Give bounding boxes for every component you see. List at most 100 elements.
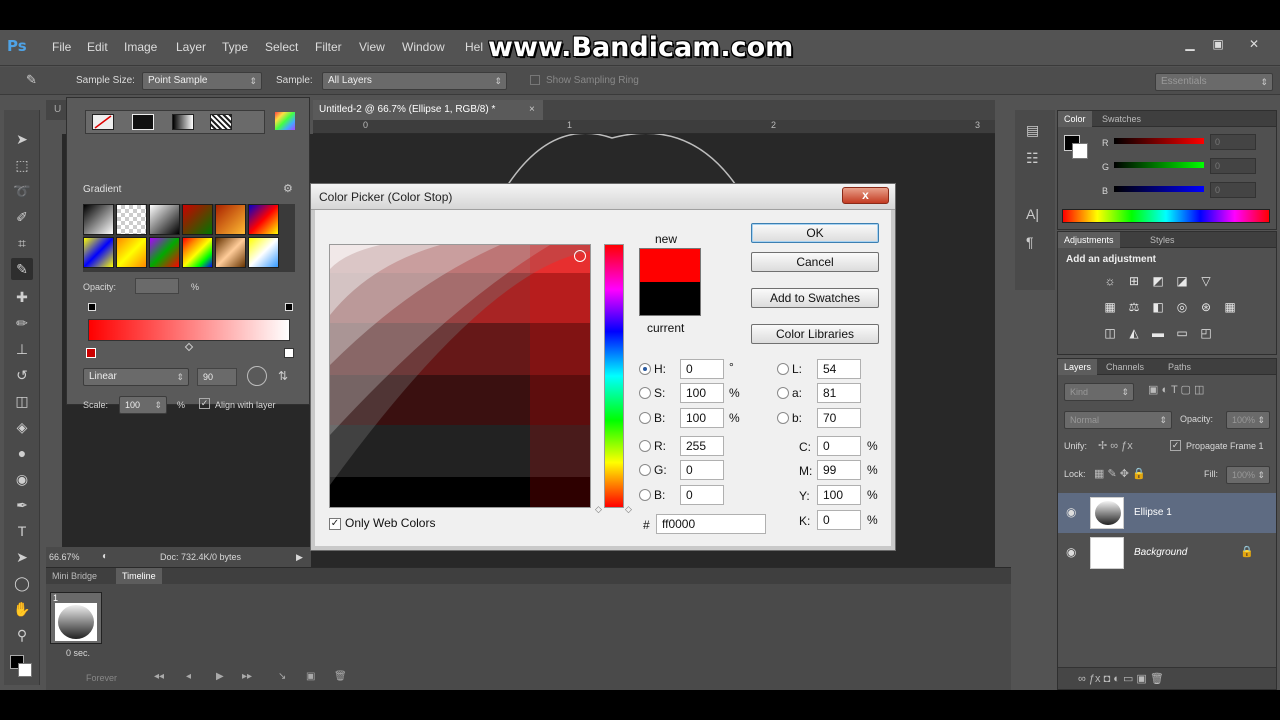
history-brush-icon[interactable]: ↺ [11,364,33,386]
background-color-swatch[interactable] [18,663,32,677]
color-r-input[interactable]: 0 [1210,134,1256,150]
layer-footer-icons[interactable]: ∞ ƒx ◘ ◐ ▭ ▣ 🗑 [1078,672,1164,685]
green-input[interactable]: 0 [680,460,724,480]
menu-file[interactable]: File [52,40,71,54]
black-white-icon[interactable]: ◧ [1150,300,1166,314]
lock-icons[interactable]: ▦ ✎ ✥ 🔒 [1094,467,1146,480]
lasso-tool-icon[interactable]: ➰ [11,180,33,202]
color-lookup-icon[interactable]: ▦ [1222,300,1238,314]
color-spectrum-ramp[interactable] [1062,209,1270,223]
gradient-preview-bar[interactable] [88,319,290,341]
menu-window[interactable]: Window [402,40,445,54]
color-libraries-button[interactable]: Color Libraries [751,324,879,344]
color-balance-icon[interactable]: ⚖ [1126,300,1142,314]
eyedropper-icon[interactable]: ✎ [26,72,37,88]
black-input[interactable]: 0 [817,510,861,530]
document-tab[interactable]: Untitled-2 @ 66.7% (Ellipse 1, RGB/8) * … [313,100,543,120]
cyan-input[interactable]: 0 [817,436,861,456]
b-channel-input[interactable]: 70 [817,408,861,428]
green-radio[interactable] [639,464,651,476]
filter-icons[interactable]: ▣ ◐ T ▢ ◫ [1148,383,1204,396]
brightness-input[interactable]: 100 [680,408,724,428]
tab-styles[interactable]: Styles [1144,232,1181,248]
hue-radio[interactable] [639,363,651,375]
color-bg-swatch[interactable] [1072,143,1088,159]
ok-button[interactable]: OK [751,223,879,243]
gradient-swatch[interactable] [116,204,147,235]
next-frame-icon[interactable]: ▸▸ [242,671,252,682]
character-icon[interactable]: A| [1026,206,1039,222]
yellow-input[interactable]: 100 [817,485,861,505]
saturation-radio[interactable] [639,387,651,399]
color-stop-right[interactable] [284,348,294,358]
gradient-swatch[interactable] [215,204,246,235]
stamp-tool-icon[interactable]: ⊥ [11,338,33,360]
layer-name[interactable]: Background [1134,547,1187,558]
only-web-colors-checkbox[interactable]: ✓ [329,518,341,530]
angle-dial-icon[interactable] [247,366,267,386]
blue-radio[interactable] [639,489,651,501]
opacity-stop-right[interactable] [285,303,293,311]
move-tool-icon[interactable]: ➤ [11,128,33,150]
tab-paths[interactable]: Paths [1162,359,1197,375]
gear-icon[interactable]: ⚙ [283,182,293,195]
photo-filter-icon[interactable]: ◎ [1174,300,1190,314]
menu-view[interactable]: View [359,40,385,54]
pen-tool-icon[interactable]: ✒ [11,494,33,516]
path-select-icon[interactable]: ➤ [11,546,33,568]
blur-tool-icon[interactable]: ● [11,442,33,464]
gradient-map-icon[interactable]: ▭ [1174,326,1190,340]
hue-slider[interactable] [604,244,624,508]
add-to-swatches-button[interactable]: Add to Swatches [751,288,879,308]
selective-color-icon[interactable]: ◰ [1198,326,1214,340]
scale-select[interactable]: 100 [119,396,167,414]
tab-swatches[interactable]: Swatches [1096,111,1147,127]
magenta-input[interactable]: 99 [817,460,861,480]
layer-row-ellipse[interactable]: ◉ Ellipse 1 [1058,493,1276,533]
color-g-input[interactable]: 0 [1210,158,1256,174]
animation-frame[interactable]: 1 [50,592,102,644]
menu-select[interactable]: Select [265,40,298,54]
gradient-swatch[interactable] [215,237,246,268]
tab-channels[interactable]: Channels [1100,359,1150,375]
gradient-swatch[interactable] [83,237,114,268]
gradient-swatch[interactable] [149,204,180,235]
tween-icon[interactable]: ↘ [278,671,286,682]
exposure-icon[interactable]: ◪ [1174,274,1190,288]
paragraph-icon[interactable]: ¶ [1026,234,1034,250]
color-b-slider[interactable] [1114,186,1204,192]
play-icon[interactable]: ▶ [216,671,224,682]
tab-layers[interactable]: Layers [1058,359,1098,375]
eyedropper-tool-icon[interactable]: ✎ [11,258,33,280]
eraser-tool-icon[interactable]: ◫ [11,390,33,412]
a-channel-radio[interactable] [777,387,789,399]
vibrance-icon[interactable]: ▽ [1198,274,1214,288]
prev-frame-icon[interactable]: ◂ [186,671,191,682]
gradient-swatch[interactable] [248,237,279,268]
delete-frame-icon[interactable]: 🗑 [334,671,347,682]
cancel-button[interactable]: Cancel [751,252,879,272]
layer-opacity-select[interactable]: 100% [1226,411,1270,429]
color-stop-left[interactable] [86,348,96,358]
color-r-slider[interactable] [1114,138,1204,144]
first-frame-icon[interactable]: ◂◂ [154,671,164,682]
blend-mode-select[interactable]: Normal [1064,411,1172,429]
sample-select[interactable]: All Layers [322,72,507,90]
hue-sat-icon[interactable]: ▦ [1102,300,1118,314]
red-radio[interactable] [639,440,651,452]
field-selector-ring[interactable] [574,250,586,262]
status-arrow-icon[interactable]: ▶ [296,547,303,567]
solid-fill-icon[interactable] [132,114,154,130]
marquee-tool-icon[interactable]: ⬚ [11,154,33,176]
healing-tool-icon[interactable]: ✚ [11,286,33,308]
opacity-input[interactable] [135,278,179,294]
menu-filter[interactable]: Filter [315,40,342,54]
color-g-slider[interactable] [1114,162,1204,168]
menu-edit[interactable]: Edit [87,40,108,54]
invert-icon[interactable]: ◫ [1102,326,1118,340]
color-b-input[interactable]: 0 [1210,182,1256,198]
brush-tool-icon[interactable]: ✏ [11,312,33,334]
paint-bucket-icon[interactable]: ◈ [11,416,33,438]
new-frame-icon[interactable]: ▣ [306,671,315,682]
tab-adjustments[interactable]: Adjustments [1058,232,1120,248]
